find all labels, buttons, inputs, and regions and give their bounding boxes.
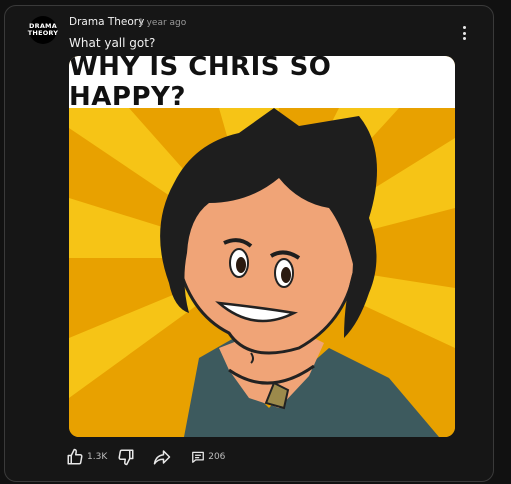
author-name[interactable]: Drama Theory <box>69 16 144 28</box>
comment-count: 206 <box>208 452 226 462</box>
avatar-line-2: THEORY <box>27 29 59 37</box>
post-image[interactable]: WHY IS CHRIS SO HAPPY? <box>69 56 455 437</box>
like-count: 1.3K <box>87 452 108 462</box>
share-icon <box>153 450 171 465</box>
dislike-button[interactable] <box>117 448 135 466</box>
post-actions: 1.3K 206 <box>66 447 225 467</box>
post-time[interactable]: 1 year ago <box>138 18 186 28</box>
more-vert-icon[interactable] <box>458 24 472 42</box>
thumbs-up-icon <box>67 448 83 465</box>
comments-button[interactable]: 206 <box>191 450 225 464</box>
image-banner-text: WHY IS CHRIS SO HAPPY? <box>69 56 455 112</box>
comment-icon <box>192 451 205 463</box>
channel-avatar[interactable]: DRAMA THEORY <box>27 16 59 44</box>
like-button[interactable]: 1.3K <box>66 448 107 466</box>
share-button[interactable] <box>153 448 171 466</box>
post-text: What yall got? <box>69 36 156 50</box>
thumbs-down-icon <box>118 449 134 466</box>
cartoon-illustration <box>69 108 455 437</box>
